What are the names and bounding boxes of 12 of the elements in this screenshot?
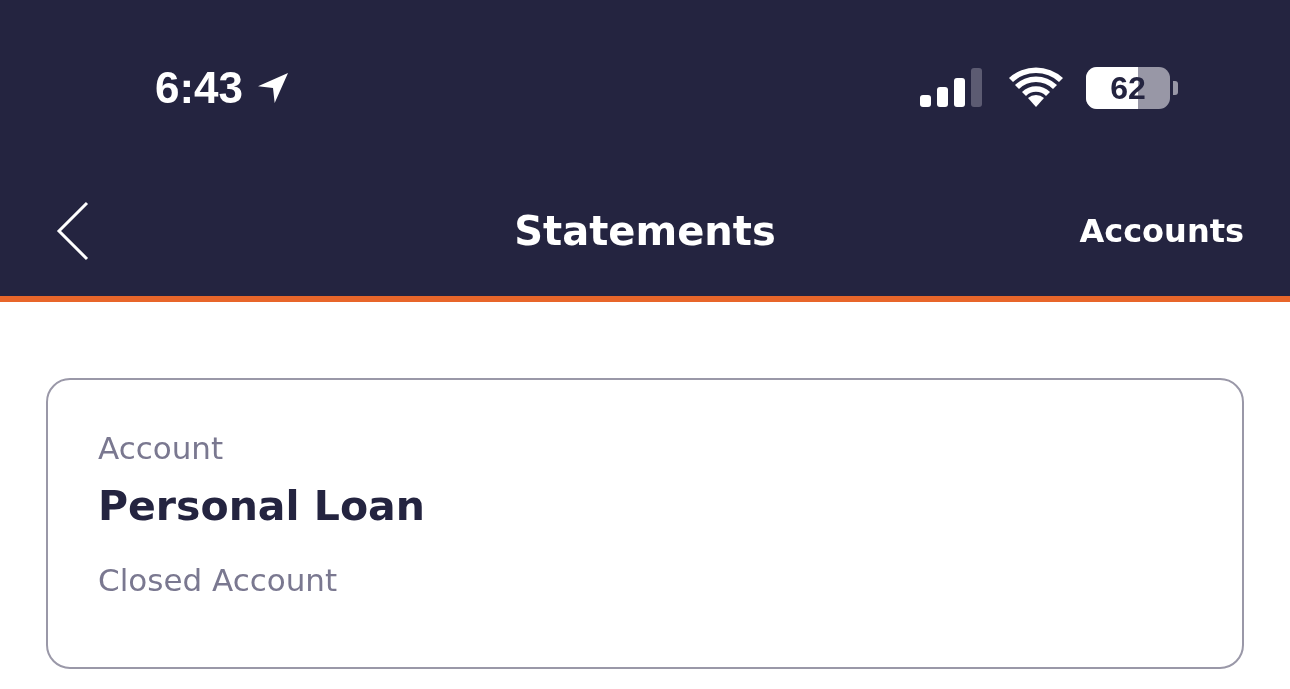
status-time: 6:43 (155, 63, 244, 113)
page-title: Statements (514, 208, 776, 254)
battery-terminal-icon (1173, 81, 1178, 95)
account-name: Personal Loan (98, 482, 425, 530)
account-label: Account (98, 430, 224, 466)
account-card[interactable]: Account Personal Loan Closed Account (46, 378, 1244, 669)
account-status: Closed Account (98, 562, 338, 598)
battery-percentage: 62 (1110, 69, 1146, 107)
back-button[interactable] (56, 201, 90, 261)
chevron-left-icon (56, 201, 90, 261)
wifi-icon (1008, 67, 1064, 109)
accounts-link[interactable]: Accounts (1079, 212, 1244, 250)
